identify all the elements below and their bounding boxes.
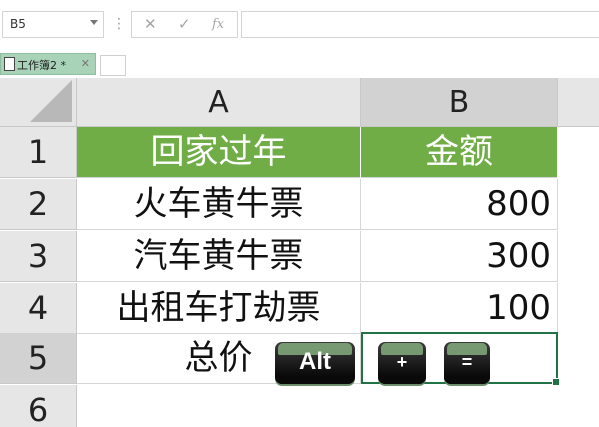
cell-b3[interactable]: 300 bbox=[361, 231, 558, 282]
cell-a4[interactable]: 出租车打劫票 bbox=[77, 283, 361, 334]
row-header-4[interactable]: 4 bbox=[0, 283, 77, 334]
formula-bar-menu-icon[interactable]: ⋮ bbox=[112, 11, 126, 38]
cell-a3[interactable]: 汽车黄牛票 bbox=[77, 231, 361, 282]
name-box[interactable]: B5 bbox=[2, 11, 104, 38]
cell-b4[interactable]: 100 bbox=[361, 283, 558, 334]
equals-key-label: = bbox=[461, 352, 473, 372]
column-header-a[interactable]: A bbox=[77, 78, 361, 127]
close-icon[interactable]: ✕ bbox=[81, 57, 90, 70]
formula-bar-buttons: ✕ ✓ fx bbox=[131, 11, 238, 38]
workbook-tab[interactable]: 工作簿2 * ✕ bbox=[0, 53, 96, 75]
row-header-5[interactable]: 5 bbox=[0, 333, 77, 384]
cell-a1[interactable]: 回家过年 bbox=[77, 127, 361, 178]
cell-b1[interactable]: 金额 bbox=[361, 127, 558, 178]
formula-input[interactable] bbox=[241, 11, 599, 38]
name-box-value: B5 bbox=[10, 17, 26, 31]
alt-key-label: Alt bbox=[299, 348, 331, 375]
new-workbook-tab-button[interactable] bbox=[100, 55, 126, 76]
cancel-icon[interactable]: ✕ bbox=[144, 15, 157, 33]
row-header-2[interactable]: 2 bbox=[0, 179, 77, 230]
spreadsheet-grid: A B 1 2 3 4 5 6 回家过年 金额 火车黄牛票 800 汽车黄牛票 … bbox=[0, 78, 599, 427]
fill-handle[interactable] bbox=[552, 378, 560, 386]
cell-b2[interactable]: 800 bbox=[361, 179, 558, 230]
enter-icon[interactable]: ✓ bbox=[178, 15, 191, 33]
cell-a2[interactable]: 火车黄牛票 bbox=[77, 179, 361, 230]
workbook-icon bbox=[4, 57, 15, 71]
insert-function-icon[interactable]: fx bbox=[212, 17, 224, 32]
plus-key-overlay: + bbox=[378, 342, 426, 384]
row-header-3[interactable]: 3 bbox=[0, 231, 77, 282]
select-all-triangle-icon bbox=[30, 80, 72, 122]
plus-key-label: + bbox=[396, 352, 408, 372]
column-header-b[interactable]: B bbox=[361, 78, 558, 127]
equals-key-overlay: = bbox=[444, 342, 490, 384]
select-all-corner[interactable] bbox=[0, 78, 77, 127]
row-header-1[interactable]: 1 bbox=[0, 127, 77, 178]
row-header-6[interactable]: 6 bbox=[0, 385, 77, 427]
chevron-down-icon[interactable] bbox=[90, 20, 98, 25]
column-header-c[interactable] bbox=[558, 78, 599, 127]
alt-key-overlay: Alt bbox=[275, 342, 355, 384]
workbook-tab-label: 工作簿2 * bbox=[17, 59, 66, 72]
